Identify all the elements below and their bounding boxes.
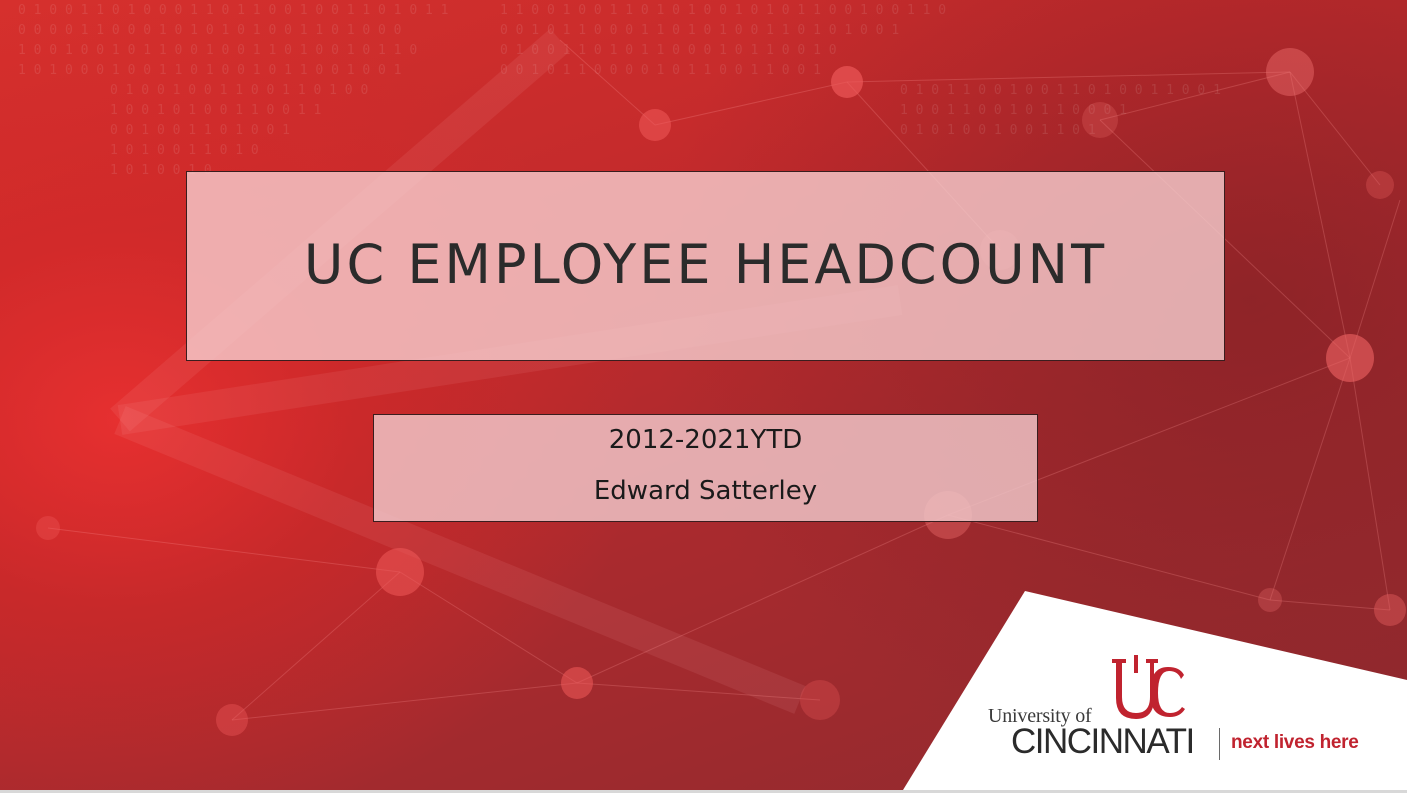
logo-tagline: next lives here [1231, 732, 1359, 753]
uc-logo-icon [1112, 655, 1185, 719]
title-slide: 0 1 0 0 1 1 0 1 0 0 0 1 1 0 1 1 0 0 1 0 … [0, 0, 1407, 790]
logo-panel-background [903, 591, 1407, 790]
logo-divider [1219, 728, 1220, 760]
logo-cincinnati: CINCINNATI [1011, 722, 1195, 761]
